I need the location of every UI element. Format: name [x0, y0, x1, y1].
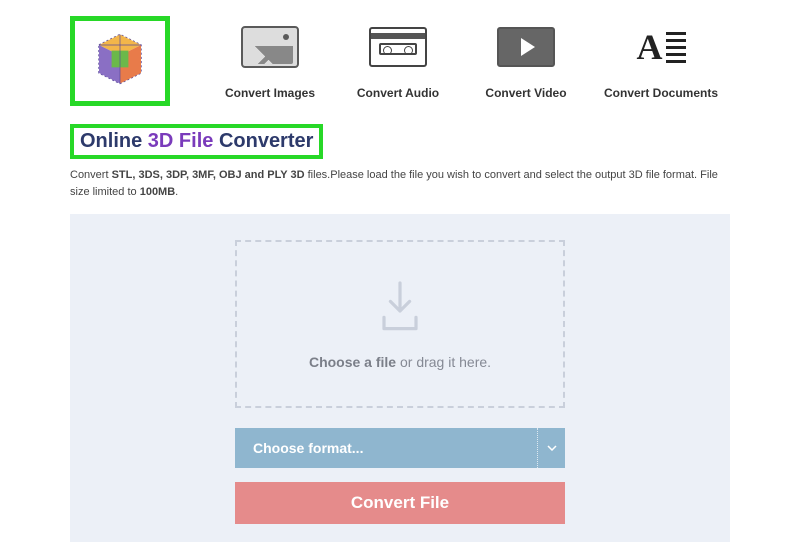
file-dropzone[interactable]: Choose a file or drag it here. — [235, 240, 565, 408]
nav-label-audio: Convert Audio — [357, 86, 439, 100]
subtitle-post: . — [175, 186, 178, 198]
cassette-icon — [369, 26, 427, 68]
subtitle-formats: STL, 3DS, 3DP, 3MF, OBJ and PLY 3D — [112, 169, 305, 181]
upload-panel: Choose a file or drag it here. Choose fo… — [70, 214, 730, 542]
convert-button-label: Convert File — [351, 493, 449, 513]
title-part2: 3D File — [148, 130, 219, 152]
nav-label-images: Convert Images — [225, 86, 315, 100]
nav-label-video: Convert Video — [485, 86, 566, 100]
nav-label-documents: Convert Documents — [604, 86, 718, 100]
page-title-highlighted: Online 3D File Converter — [70, 124, 323, 159]
image-icon — [241, 26, 299, 68]
title-part1: Online — [80, 130, 148, 152]
nav-convert-video[interactable]: Convert Video — [476, 26, 576, 100]
chevron-down-icon — [537, 428, 565, 468]
subtitle-pre: Convert — [70, 169, 112, 181]
logo-highlighted[interactable] — [70, 16, 170, 106]
subtitle-limit: 100MB — [140, 186, 175, 198]
nav-convert-audio[interactable]: Convert Audio — [348, 26, 448, 100]
header: Convert Images Convert Audio Convert Vid… — [70, 16, 730, 106]
download-arrow-icon — [376, 279, 424, 340]
video-play-icon — [497, 26, 555, 68]
dropzone-rest: or drag it here. — [396, 354, 491, 370]
title-part3: Converter — [219, 130, 313, 152]
nav-convert-images[interactable]: Convert Images — [220, 26, 320, 100]
cube-3d-icon — [85, 24, 155, 99]
convert-button[interactable]: Convert File — [235, 482, 565, 524]
dropzone-text: Choose a file or drag it here. — [309, 354, 491, 370]
format-select[interactable]: Choose format... — [235, 428, 565, 468]
page-title-wrap: Online 3D File Converter — [70, 124, 730, 159]
format-placeholder: Choose format... — [235, 440, 537, 456]
nav-convert-documents[interactable]: A Convert Documents — [604, 26, 718, 100]
document-icon: A — [632, 26, 690, 68]
dropzone-bold: Choose a file — [309, 354, 396, 370]
subtitle: Convert STL, 3DS, 3DP, 3MF, OBJ and PLY … — [70, 167, 730, 200]
nav: Convert Images Convert Audio Convert Vid… — [220, 16, 718, 100]
